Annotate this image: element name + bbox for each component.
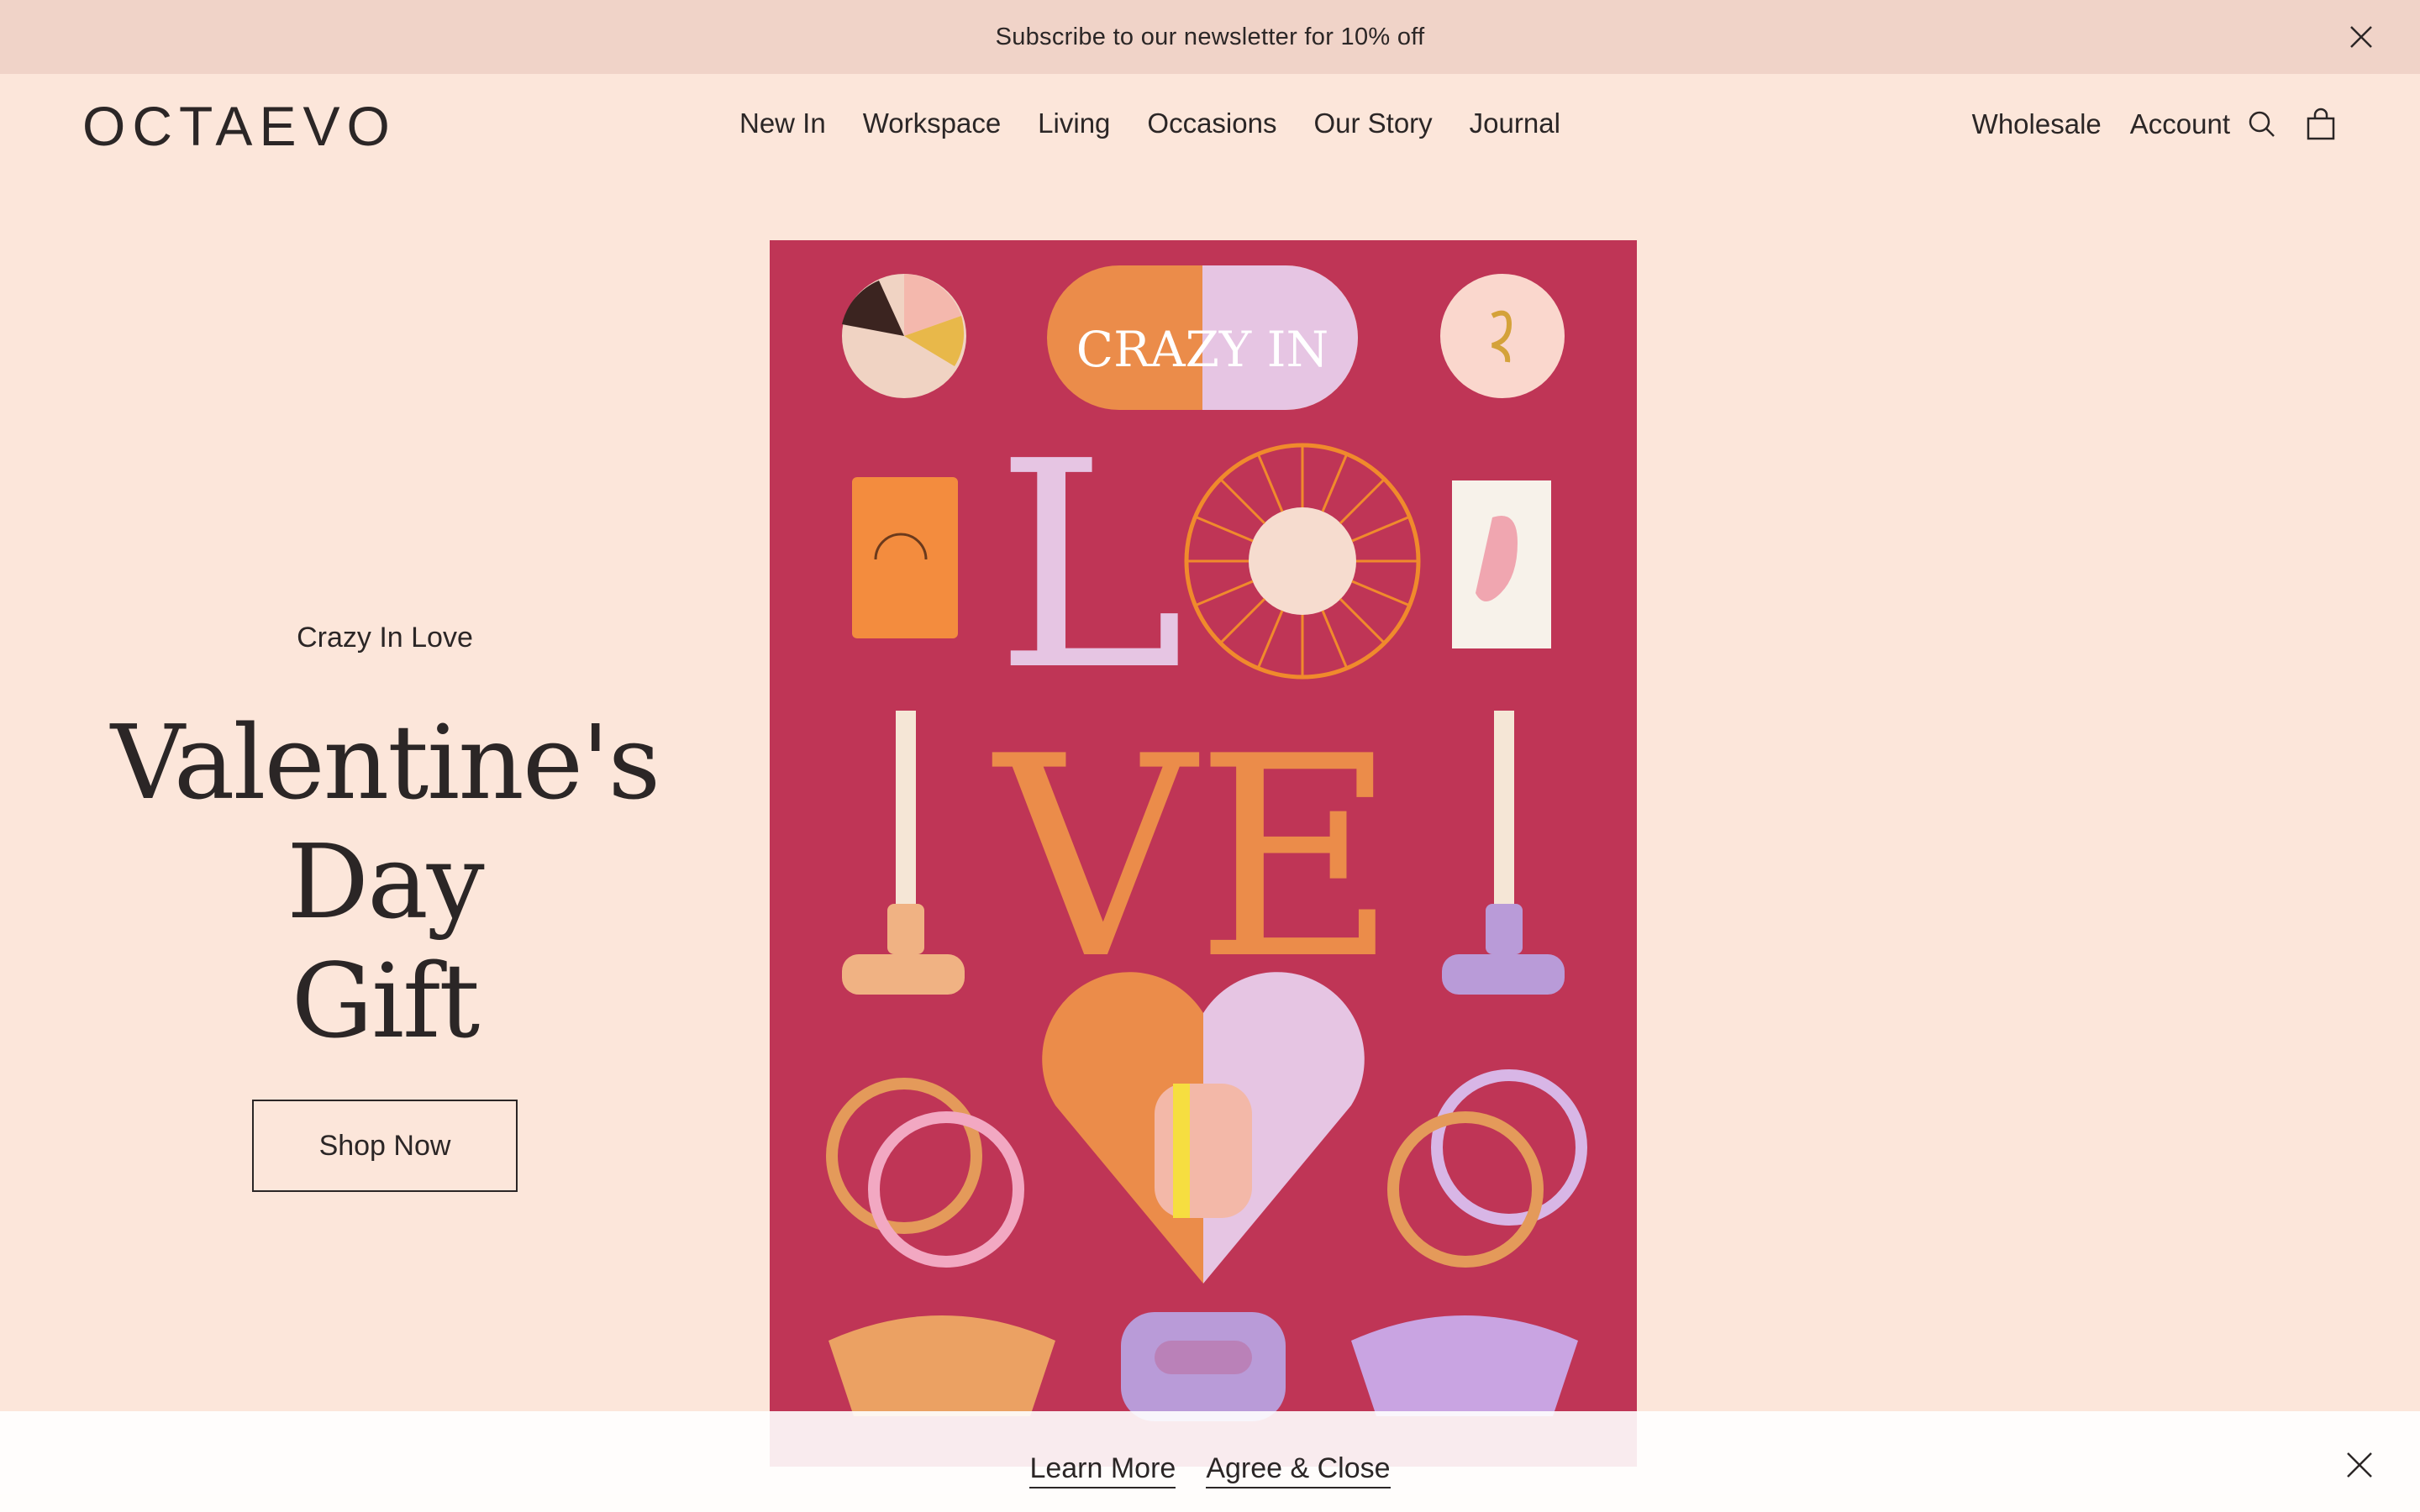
greeting-card-image — [1452, 480, 1551, 648]
bangles-left-image — [826, 1078, 1024, 1268]
basket-left-image — [829, 1315, 1055, 1416]
account-link[interactable]: Account — [2130, 108, 2230, 140]
utility-nav: Wholesale Account — [1972, 108, 2338, 141]
headline-line-2: Gift — [291, 942, 481, 1061]
hero-eyebrow: Crazy In Love — [297, 622, 473, 654]
poster-big-letter-l: L — [995, 401, 1185, 733]
learn-more-link[interactable]: Learn More — [1029, 1452, 1176, 1488]
logo[interactable]: OCTAEVO — [82, 94, 397, 158]
basket-right-image — [1351, 1315, 1578, 1416]
poster-top-text: CRAZY IN — [1076, 321, 1329, 378]
search-icon[interactable] — [2245, 108, 2279, 141]
candle-holder-lilac-image — [1121, 1312, 1286, 1421]
nav-item-journal[interactable]: Journal — [1470, 108, 1560, 139]
hero-poster-image[interactable]: CRAZY IN L VE — [770, 240, 1637, 1467]
announcement-text[interactable]: Subscribe to our newsletter for 10% off — [996, 24, 1425, 51]
poster-big-letters-ve: VE — [991, 697, 1397, 1020]
announcement-bar: Subscribe to our newsletter for 10% off — [0, 0, 2420, 74]
sunburst-bowl-image — [1184, 443, 1421, 680]
main-nav: New In Workspace Living Occasions Our St… — [739, 108, 1560, 139]
close-icon[interactable] — [2343, 1448, 2376, 1482]
headline-line-1: Valentine's Day — [110, 703, 660, 942]
heart-image — [1042, 972, 1365, 1284]
agree-close-link[interactable]: Agree & Close — [1206, 1452, 1391, 1488]
nav-item-workspace[interactable]: Workspace — [863, 108, 1001, 139]
candle-holder-right-image — [1442, 711, 1565, 995]
candle-holder-left-image — [842, 711, 965, 995]
wholesale-link[interactable]: Wholesale — [1972, 108, 2102, 140]
cookie-bar: Learn More Agree & Close — [0, 1411, 2420, 1512]
crazy-in-pill-image: CRAZY IN — [1047, 265, 1358, 410]
hero-text: Crazy In Love Valentine's Day Gift Shop … — [0, 622, 770, 1192]
round-badge-image — [1440, 274, 1565, 398]
notebook-image — [852, 477, 958, 638]
nav-item-occasions[interactable]: Occasions — [1147, 108, 1276, 139]
hero-headline: Valentine's Day Gift — [0, 703, 770, 1061]
nav-item-living[interactable]: Living — [1038, 108, 1110, 139]
nav-item-our-story[interactable]: Our Story — [1313, 108, 1432, 139]
shop-now-button[interactable]: Shop Now — [252, 1100, 518, 1192]
nav-item-new-in[interactable]: New In — [739, 108, 826, 139]
close-icon[interactable] — [2346, 22, 2376, 52]
site-header: OCTAEVO New In Workspace Living Occasion… — [0, 74, 2420, 175]
shopping-bag-icon[interactable] — [2304, 108, 2338, 141]
round-coaster-image — [842, 274, 966, 398]
poster-artwork: CRAZY IN L VE — [826, 265, 1587, 1421]
bangles-right-image — [1387, 1069, 1587, 1268]
